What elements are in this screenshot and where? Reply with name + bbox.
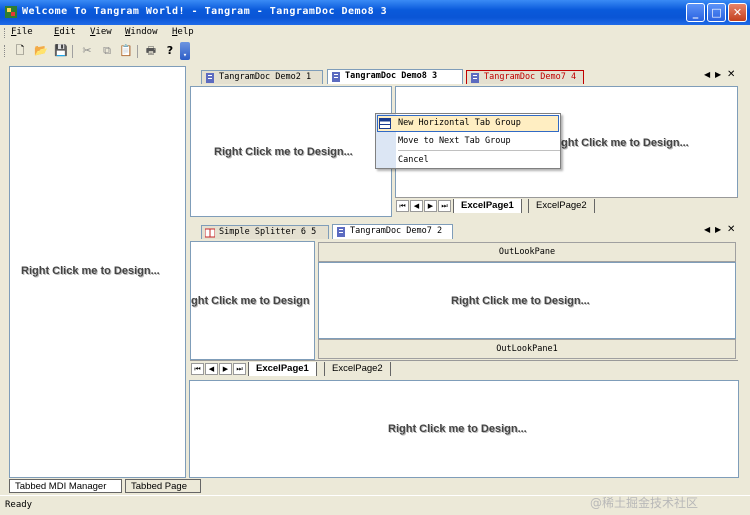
menu-move-to-next-tab-group[interactable]: Move to Next Tab Group bbox=[398, 136, 511, 146]
menu-new-horizontal-tab-group[interactable]: New Horizontal Tab Group bbox=[398, 118, 521, 128]
horizontal-tab-group-icon bbox=[379, 118, 391, 129]
design-prompt: ght Click me to Design bbox=[191, 295, 310, 307]
tab-label: TangramDoc Demo7 4 bbox=[484, 72, 577, 82]
menu-grip bbox=[4, 28, 6, 38]
tab-close-icon[interactable]: ✕ bbox=[727, 224, 735, 235]
minimize-button[interactable]: _ bbox=[686, 3, 705, 22]
top-left-pane[interactable]: Right Click me to Design... bbox=[190, 86, 392, 217]
tab-scroll-right-icon[interactable]: ▶ bbox=[715, 70, 721, 79]
tab-label: TangramDoc Demo2 1 bbox=[219, 72, 312, 82]
maximize-button[interactable]: □ bbox=[707, 3, 726, 22]
new-file-icon[interactable]: 🗋 bbox=[12, 43, 28, 59]
document-icon bbox=[471, 73, 479, 83]
status-text: Ready bbox=[5, 500, 33, 510]
tab-tangramdoc-demo7-4[interactable]: TangramDoc Demo7 4 bbox=[466, 70, 584, 84]
sheet-first-icon[interactable]: ⏮ bbox=[191, 363, 204, 375]
copy-icon[interactable]: ⧉ bbox=[99, 43, 115, 59]
document-icon bbox=[206, 73, 214, 83]
tab-scroll-left-icon[interactable]: ◀ bbox=[704, 70, 710, 79]
tab-simple-splitter[interactable]: Simple Splitter 6 5 bbox=[201, 225, 329, 239]
tab-label: TangramDoc Demo7 2 bbox=[350, 226, 443, 236]
sheet-tab-excelpage1[interactable]: ExcelPage1 bbox=[453, 199, 522, 213]
left-pane[interactable]: Right Click me to Design... bbox=[9, 66, 186, 478]
design-prompt: Right Click me to Design... bbox=[388, 423, 527, 435]
splitter-icon bbox=[205, 228, 215, 238]
top-tab-strip: TangramDoc Demo2 1 TangramDoc Demo8 3 Ta… bbox=[189, 68, 739, 86]
menu-window[interactable]: Window bbox=[125, 27, 158, 37]
title-bar[interactable]: Welcome To Tangram World! - Tangram - Ta… bbox=[0, 0, 750, 25]
design-prompt: Right Click me to Design... bbox=[550, 137, 689, 149]
tab-tangramdoc-demo2[interactable]: TangramDoc Demo2 1 bbox=[201, 70, 323, 84]
menu-help[interactable]: Help bbox=[172, 27, 194, 37]
toolbar-grip bbox=[4, 45, 6, 57]
menu-view[interactable]: View bbox=[90, 27, 112, 37]
outlook-pane1-header[interactable]: OutLookPane1 bbox=[318, 339, 736, 359]
app-icon bbox=[5, 6, 17, 18]
sheet-first-icon[interactable]: ⏮ bbox=[396, 200, 409, 212]
sheet-tab-excelpage2[interactable]: ExcelPage2 bbox=[528, 199, 595, 213]
design-prompt: Right Click me to Design... bbox=[451, 295, 590, 307]
document-icon bbox=[337, 227, 345, 237]
bottom-pane[interactable]: Right Click me to Design... bbox=[189, 380, 739, 478]
design-prompt: Right Click me to Design... bbox=[214, 146, 353, 158]
close-button[interactable]: ✕ bbox=[728, 3, 747, 22]
document-icon bbox=[332, 72, 340, 82]
help-icon[interactable]: ? bbox=[162, 43, 178, 59]
menu-bar: File Edit View Window Help bbox=[0, 25, 750, 41]
open-folder-icon[interactable]: 📂 bbox=[33, 43, 49, 59]
tab-tangramdoc-demo7-2[interactable]: TangramDoc Demo7 2 bbox=[332, 224, 453, 239]
context-menu-separator bbox=[398, 150, 560, 151]
toolbar: 🗋 📂 💾 ✂ ⧉ 📋 🖶 ? ▾ bbox=[0, 41, 750, 61]
sheet-prev-icon[interactable]: ◀ bbox=[410, 200, 423, 212]
sheet-prev-icon[interactable]: ◀ bbox=[205, 363, 218, 375]
tab-label: Simple Splitter 6 5 bbox=[219, 227, 317, 237]
watermark: @稀土掘金技术社区 bbox=[590, 496, 699, 510]
tab-label: TangramDoc Demo8 3 bbox=[345, 71, 438, 81]
sheet-next-icon[interactable]: ▶ bbox=[219, 363, 232, 375]
top-sheet-bar: ⏮ ◀ ▶ ⏭ ExcelPage1 ExcelPage2 bbox=[395, 197, 738, 214]
menu-edit[interactable]: Edit bbox=[54, 27, 76, 37]
sheet-last-icon[interactable]: ⏭ bbox=[233, 363, 246, 375]
mid-right-pane[interactable]: Right Click me to Design... bbox=[318, 262, 736, 339]
tab-tabbed-page[interactable]: Tabbed Page bbox=[125, 479, 201, 493]
toolbar-separator bbox=[137, 45, 138, 58]
mid-left-pane[interactable]: ght Click me to Design bbox=[190, 241, 315, 360]
sheet-tab-excelpage2[interactable]: ExcelPage2 bbox=[324, 362, 391, 376]
outlook-pane-header[interactable]: OutLookPane bbox=[318, 242, 736, 262]
window-title: Welcome To Tangram World! - Tangram - Ta… bbox=[22, 6, 388, 17]
sheet-tab-excelpage1[interactable]: ExcelPage1 bbox=[248, 362, 317, 376]
paste-icon[interactable]: 📋 bbox=[118, 43, 134, 59]
menu-cancel[interactable]: Cancel bbox=[398, 155, 429, 165]
tab-scroll-left-icon[interactable]: ◀ bbox=[704, 225, 710, 234]
tab-scroll-right-icon[interactable]: ▶ bbox=[715, 225, 721, 234]
context-menu: New Horizontal Tab Group Move to Next Ta… bbox=[375, 113, 561, 169]
sheet-last-icon[interactable]: ⏭ bbox=[438, 200, 451, 212]
design-prompt: Right Click me to Design... bbox=[21, 265, 160, 277]
toolbar-separator bbox=[72, 45, 73, 58]
print-icon[interactable]: 🖶 bbox=[143, 43, 159, 59]
mid-tab-strip: Simple Splitter 6 5 TangramDoc Demo7 2 ◀… bbox=[189, 223, 739, 241]
save-icon[interactable]: 💾 bbox=[53, 43, 69, 59]
cut-icon[interactable]: ✂ bbox=[79, 43, 95, 59]
tab-tabbed-mdi-manager[interactable]: Tabbed MDI Manager bbox=[9, 479, 122, 493]
mid-sheet-bar: ⏮ ◀ ▶ ⏭ ExcelPage1 ExcelPage2 bbox=[190, 360, 738, 377]
menu-file[interactable]: File bbox=[11, 27, 33, 37]
tab-tangramdoc-demo8[interactable]: TangramDoc Demo8 3 bbox=[327, 69, 463, 84]
toolbar-overflow-icon[interactable]: ▾ bbox=[180, 42, 190, 60]
sheet-next-icon[interactable]: ▶ bbox=[424, 200, 437, 212]
tab-close-icon[interactable]: ✕ bbox=[727, 69, 735, 80]
